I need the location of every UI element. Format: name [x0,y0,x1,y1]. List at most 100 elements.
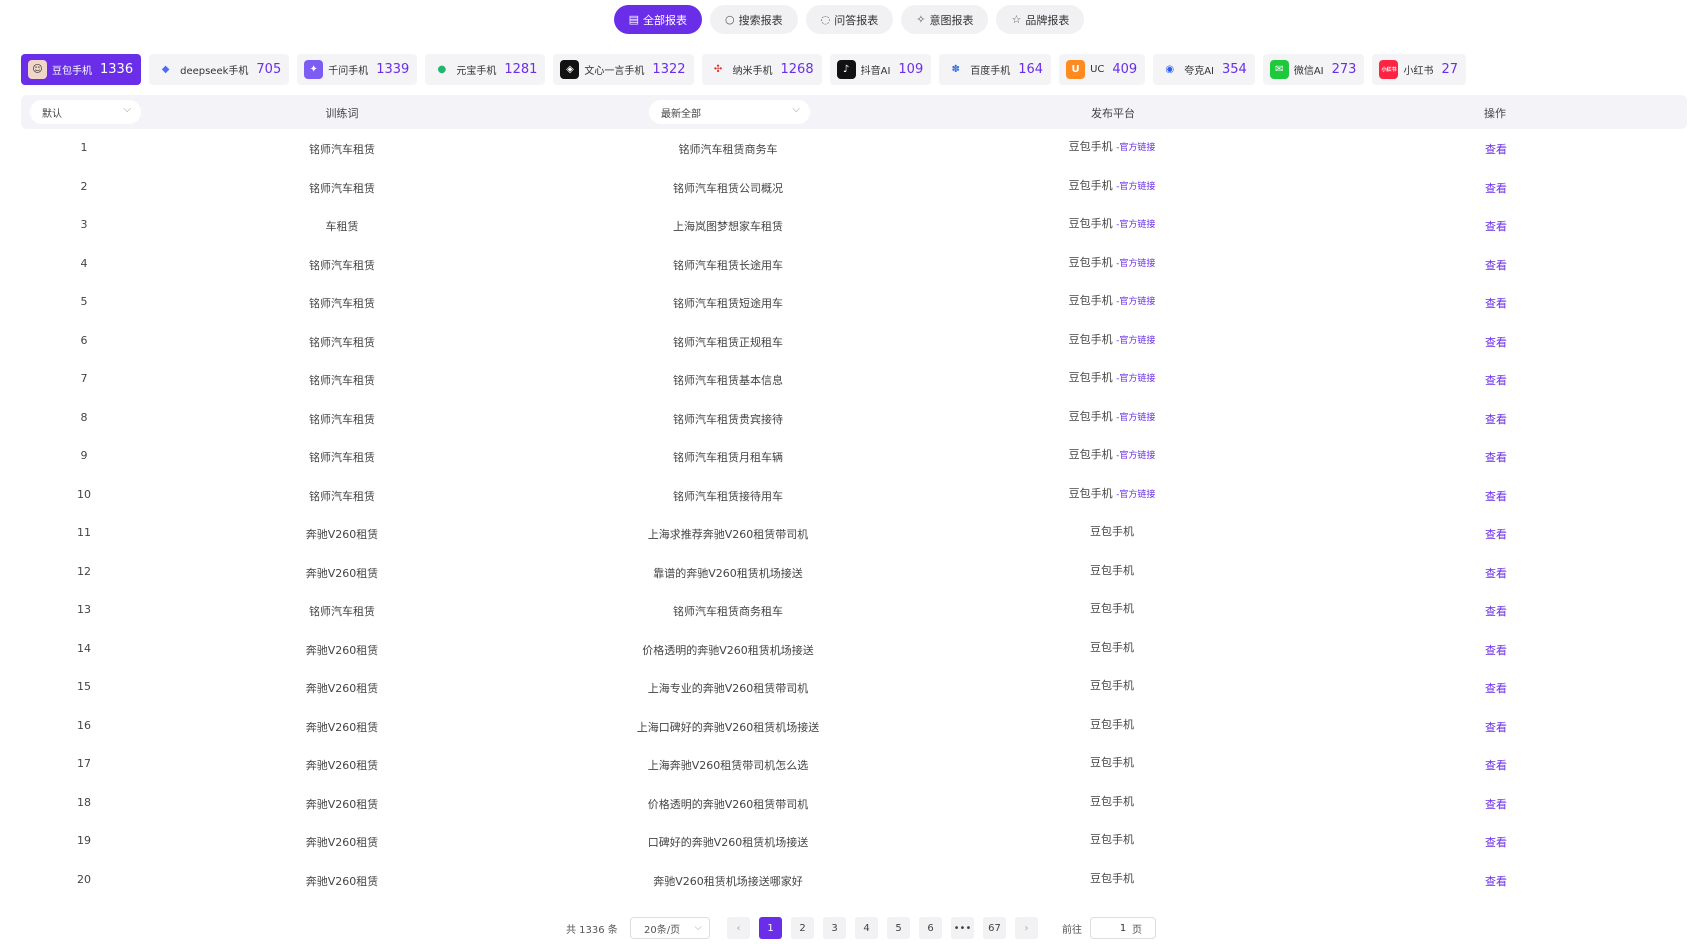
filter-select[interactable]: 最新全部 ⌵ [649,100,810,124]
view-link[interactable]: 查看 [1485,180,1507,196]
view-link[interactable]: 查看 [1485,141,1507,157]
view-link[interactable]: 查看 [1485,257,1507,273]
report-tab-4[interactable]: ☆ 品牌报表 [996,5,1085,34]
more-pages-button[interactable]: ••• [951,917,974,939]
official-link[interactable]: -官方链接 [1116,220,1155,230]
platform-tab-0[interactable]: ☺ 豆包手机 1336 [21,54,142,85]
page-button-5[interactable]: 5 [887,917,910,939]
table-row: 9 铭师汽车租赁 铭师汽车租赁月租车辆 豆包手机 -官方链接 查看 [0,437,1698,476]
prev-page-button[interactable]: ‹ [727,917,750,939]
official-link[interactable]: -官方链接 [1116,374,1155,384]
view-link[interactable]: 查看 [1485,488,1507,504]
report-tab-2[interactable]: ◌ 问答报表 [805,5,894,34]
row-title: 铭师汽车租赁商务车 [678,143,778,156]
page-size-select[interactable]: 20条/页 ⌵ [630,917,710,939]
row-title: 上海求推荐奔驰V260租赁带司机 [647,528,809,541]
row-number: 1 [80,141,88,154]
row-number: 4 [80,256,88,270]
report-tab-1[interactable]: ○ 搜索报表 [710,5,798,34]
view-link[interactable]: 查看 [1485,295,1507,311]
page-button-3[interactable]: 3 [823,917,846,939]
report-tab-0[interactable]: ▤ 全部报表 [613,5,703,34]
platform-count: 409 [1112,62,1138,77]
official-link[interactable]: -官方链接 [1116,143,1155,153]
platform-name: 豆包手机 [1068,448,1113,461]
platform-tab-7[interactable]: ✽ 百度手机 164 [939,54,1052,85]
view-link[interactable]: 查看 [1485,873,1507,889]
row-title: 口碑好的奔驰V260租赁机场接送 [647,836,809,849]
platform-tab-3[interactable]: ● 元宝手机 1281 [425,54,546,85]
chevron-down-icon: ⌵ [792,104,800,115]
official-link[interactable]: -官方链接 [1116,451,1155,461]
platform-tab-9[interactable]: ◉ 夸克AI 354 [1153,54,1255,85]
next-page-button[interactable]: › [1015,917,1038,939]
view-link[interactable]: 查看 [1485,526,1507,542]
view-link[interactable]: 查看 [1485,411,1507,427]
platform-name: 豆包手机 [1068,486,1113,500]
view-link[interactable]: 查看 [1485,757,1507,773]
platform-tab-10[interactable]: ✉ 微信AI 273 [1262,54,1365,85]
view-link[interactable]: 查看 [1485,218,1507,234]
row-number: 14 [77,641,91,655]
pagination: 共 1336 条 20条/页 ⌵ ‹ 123456 ••• 67 › 前往 页 [0,917,1698,939]
row-number: 17 [77,757,91,770]
page-button-6[interactable]: 6 [919,917,942,939]
view-link[interactable]: 查看 [1485,565,1507,581]
platform-name: 微信AI [1293,66,1324,77]
official-link[interactable]: -官方链接 [1116,336,1155,346]
view-link[interactable]: 查看 [1485,449,1507,465]
row-keyword: 奔驰V260租赁 [305,682,379,695]
platform-tab-11[interactable]: 小红书 小红书 27 [1372,54,1466,85]
platform-tab-6[interactable]: ♪ 抖音AI 109 [829,54,932,85]
sparkle-icon: ✧ [916,13,926,26]
official-link[interactable]: -官方链接 [1116,413,1155,423]
platform-tab-4[interactable]: ◈ 文心一言手机 1322 [553,54,694,85]
row-keyword: 铭师汽车租赁 [309,374,375,387]
view-link[interactable]: 查看 [1485,834,1507,850]
official-link[interactable]: -官方链接 [1116,490,1155,500]
page-button-2[interactable]: 2 [791,917,814,939]
page-suffix: 页 [1132,925,1142,936]
page-button-1[interactable]: 1 [759,917,782,939]
official-link[interactable]: -官方链接 [1116,182,1155,192]
official-link[interactable]: -官方链接 [1116,297,1155,307]
total-count: 共 1336 条 [566,925,618,936]
document-icon: ▤ [628,13,640,26]
chevron-down-icon: ⌵ [123,104,131,115]
platform-name: 豆包手机 [1068,294,1113,307]
platform-tab-2[interactable]: ✦ 千问手机 1339 [297,54,418,85]
table-row: 20 奔驰V260租赁 奔驰V260租赁机场接送哪家好 豆包手机 查看 [0,861,1698,900]
platform-tab-1[interactable]: ◆ deepseek手机 705 [149,54,290,85]
official-link[interactable]: -官方链接 [1116,259,1155,269]
row-title: 靠谱的奔驰V260租赁机场接送 [653,566,803,580]
view-link[interactable]: 查看 [1485,642,1507,658]
platform-tab-8[interactable]: U UC 409 [1059,54,1146,85]
douyin-icon: ♪ [836,60,856,79]
platform-count: 354 [1222,62,1247,77]
page-button-4[interactable]: 4 [855,917,878,939]
goto-page-input[interactable] [1090,917,1156,939]
sort-select[interactable]: 默认 ⌵ [30,100,141,124]
view-link[interactable]: 查看 [1485,719,1507,735]
platform-name: 夸克AI [1184,66,1214,77]
platform-name: 豆包手机 [1090,756,1134,769]
platform-name: 百度手机 [970,66,1011,77]
report-tab-label: 全部报表 [643,13,688,27]
report-tab-3[interactable]: ✧ 意图报表 [901,5,989,34]
view-link[interactable]: 查看 [1485,680,1507,696]
row-platform: 豆包手机 -官方链接 [1069,446,1156,462]
row-keyword: 奔驰V260租赁 [305,797,379,811]
view-link[interactable]: 查看 [1485,372,1507,388]
view-link[interactable]: 查看 [1485,796,1507,812]
page-button-67[interactable]: 67 [983,917,1006,939]
view-link[interactable]: 查看 [1485,603,1507,619]
platform-name: 元宝手机 [456,66,497,77]
row-keyword: 铭师汽车租赁 [309,258,375,272]
platform-count: 1281 [504,62,538,77]
platform-count: 1322 [652,62,686,77]
view-link[interactable]: 查看 [1485,334,1507,350]
platform-count: 1336 [100,62,134,77]
row-platform: 豆包手机 -官方链接 [1069,215,1156,231]
platform-count: 164 [1018,62,1044,77]
platform-tab-5[interactable]: ✣ 纳米手机 1268 [701,54,822,85]
